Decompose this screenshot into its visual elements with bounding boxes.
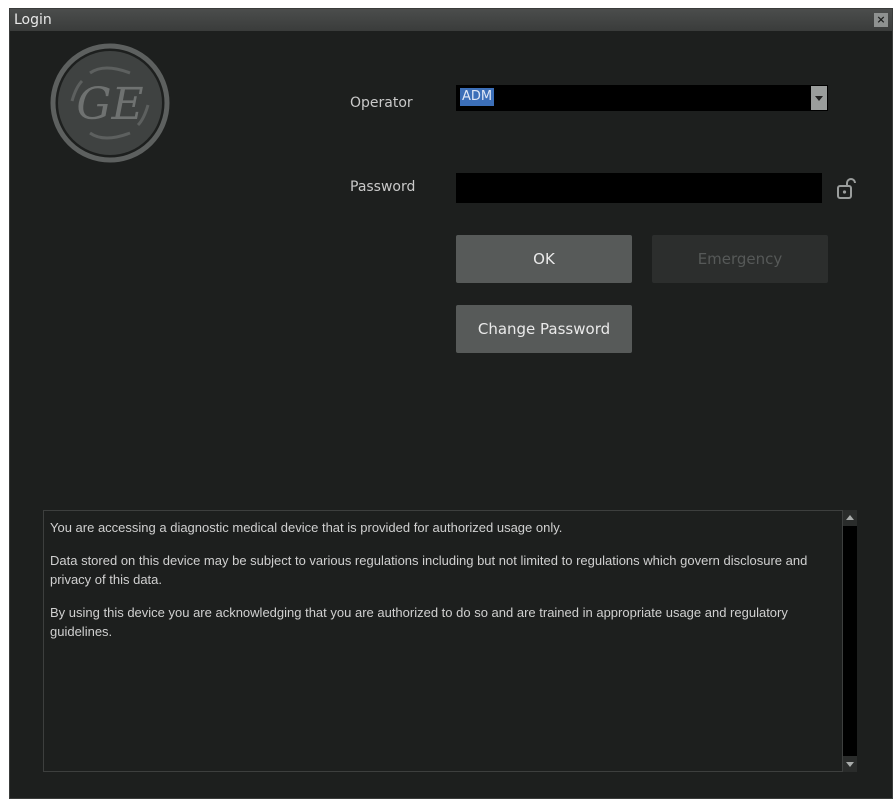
password-field[interactable] bbox=[456, 173, 822, 203]
notice-paragraph: By using this device you are acknowledgi… bbox=[50, 605, 788, 639]
lock-icon[interactable] bbox=[836, 177, 856, 201]
ge-logo-text: GE bbox=[76, 79, 143, 130]
operator-dropdown[interactable]: ADM bbox=[456, 85, 828, 111]
dropdown-arrow-icon[interactable] bbox=[811, 86, 827, 110]
ok-button[interactable]: OK bbox=[456, 235, 632, 283]
title-bar: Login × bbox=[10, 9, 892, 31]
scroll-down-icon[interactable] bbox=[843, 756, 857, 772]
change-password-button[interactable]: Change Password bbox=[456, 305, 632, 353]
notice-scrollbar[interactable] bbox=[843, 510, 857, 772]
operator-label: Operator bbox=[350, 95, 413, 111]
password-label: Password bbox=[350, 179, 416, 195]
notice-text-area[interactable]: You are accessing a diagnostic medical d… bbox=[43, 510, 843, 772]
close-icon[interactable]: × bbox=[874, 13, 888, 27]
dialog-title: Login bbox=[14, 12, 52, 28]
notice-paragraph: Data stored on this device may be subjec… bbox=[50, 553, 808, 587]
operator-value: ADM bbox=[460, 88, 495, 106]
scroll-up-icon[interactable] bbox=[843, 510, 857, 526]
notice-paragraph: You are accessing a diagnostic medical d… bbox=[50, 520, 563, 535]
emergency-button[interactable]: Emergency bbox=[652, 235, 828, 283]
ge-logo-icon: GE bbox=[50, 43, 170, 163]
login-dialog: Login × GE Operator ADM Password OK Emer… bbox=[9, 8, 893, 799]
